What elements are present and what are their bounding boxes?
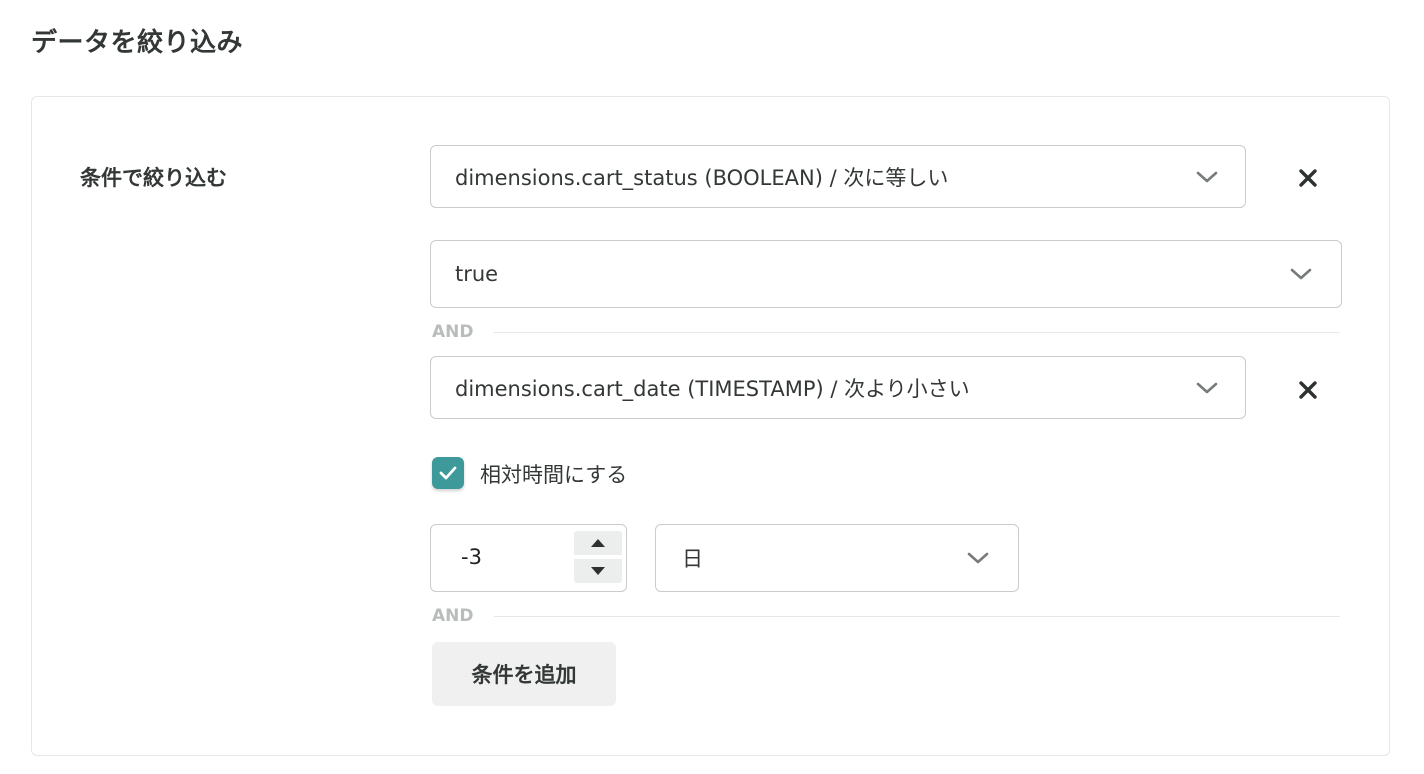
relative-unit-text: 日 [682,547,703,571]
and-separator: AND [432,606,1340,626]
caret-up-icon [591,539,605,547]
close-icon [1299,381,1317,399]
divider [494,332,1340,333]
chevron-down-icon [1196,171,1218,182]
condition-1-field-select[interactable]: dimensions.cart_status (BOOLEAN) / 次に等しい [430,145,1246,208]
condition-1-value-text: true [455,262,499,286]
and-label: AND [432,322,474,342]
check-icon [439,466,457,480]
relative-unit-select[interactable]: 日 [655,524,1019,592]
divider [494,616,1340,617]
caret-down-icon [591,567,605,575]
close-icon [1299,169,1317,187]
stepper-up-button[interactable] [574,531,622,555]
relative-time-checkbox[interactable] [432,457,464,489]
condition-2-remove-button[interactable] [1293,375,1323,405]
and-separator: AND [432,322,1340,342]
condition-2-field-select[interactable]: dimensions.cart_date (TIMESTAMP) / 次より小さ… [430,356,1246,419]
condition-1-value-select[interactable]: true [430,240,1342,308]
condition-1-field-text: dimensions.cart_status (BOOLEAN) / 次に等しい [455,165,949,190]
stepper-down-button[interactable] [574,559,622,583]
and-label: AND [432,606,474,626]
page-title: データを絞り込み [31,28,244,58]
filter-section-label: 条件で絞り込む [80,166,227,190]
chevron-down-icon [967,552,989,564]
relative-amount-value: -3 [461,545,482,569]
add-condition-button[interactable]: 条件を追加 [432,642,616,706]
chevron-down-icon [1290,268,1312,280]
relative-time-label: 相対時間にする [480,463,628,487]
condition-1-remove-button[interactable] [1293,163,1323,193]
condition-2-field-text: dimensions.cart_date (TIMESTAMP) / 次より小さ… [455,376,970,401]
chevron-down-icon [1196,382,1218,393]
relative-amount-input[interactable]: -3 [430,524,627,592]
